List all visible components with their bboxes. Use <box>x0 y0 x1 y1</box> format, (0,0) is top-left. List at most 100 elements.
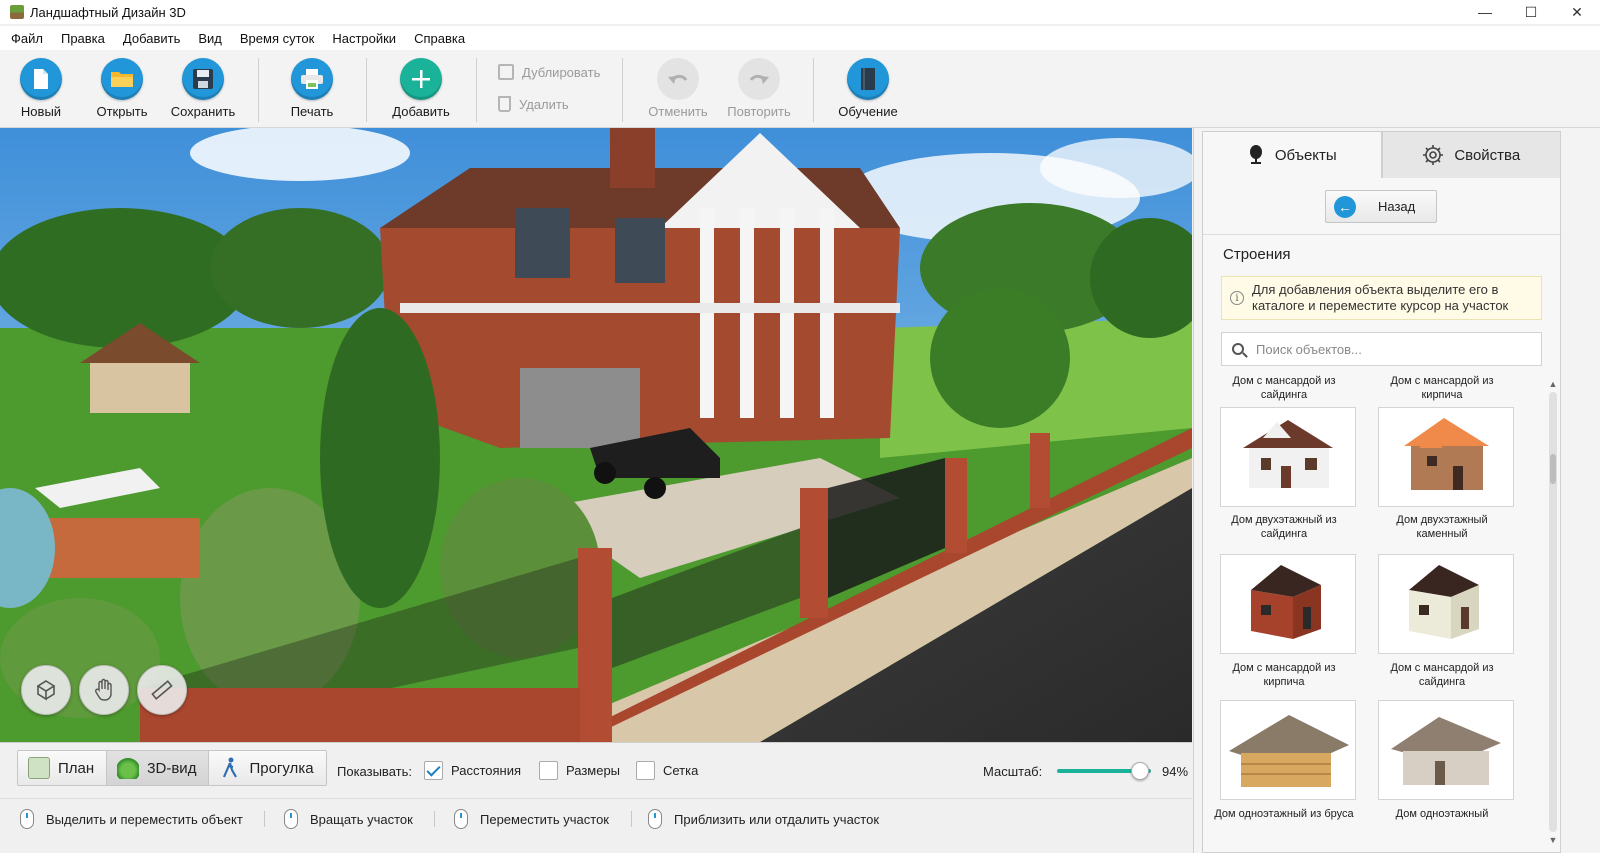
print-button[interactable]: Печать <box>272 58 352 119</box>
new-file-icon <box>20 58 62 100</box>
search-icon <box>1232 343 1244 355</box>
status-separator <box>631 811 632 827</box>
menu-time-of-day[interactable]: Время суток <box>231 31 323 46</box>
plan-view-button[interactable]: План <box>18 751 108 785</box>
folder-icon <box>101 58 143 100</box>
new-button[interactable]: Новый <box>1 58 81 119</box>
scroll-down-icon[interactable]: ▼ <box>1547 834 1559 846</box>
toolbar-separator <box>366 58 367 122</box>
minimize-button[interactable]: — <box>1462 0 1508 24</box>
menu-add[interactable]: Добавить <box>114 31 189 46</box>
catalog-caption: Дом с мансардой из кирпича <box>1232 662 1336 688</box>
catalog-item-thumb[interactable] <box>1220 407 1356 507</box>
checkbox-unchecked-icon <box>539 761 558 780</box>
print-label: Печать <box>290 104 334 119</box>
mouse-right-click-icon <box>284 809 298 829</box>
catalog-item-thumb[interactable] <box>1378 407 1514 507</box>
status-separator <box>264 811 265 827</box>
catalog-caption: Дом двухэтажный из сайдинга <box>1231 514 1337 540</box>
view-mode-group: План 3D-вид Прогулка <box>17 750 327 786</box>
search-box <box>1221 332 1542 366</box>
pan-hand-tool-button[interactable] <box>79 665 129 715</box>
printer-icon <box>291 58 333 100</box>
status-zoom-label: Приблизить или отдалить участок <box>674 811 880 827</box>
duplicate-button[interactable]: Дублировать <box>498 64 600 80</box>
checkbox-checked-icon <box>424 761 443 780</box>
menu-bar: Файл Правка Добавить Вид Время суток Нас… <box>0 26 1600 50</box>
floppy-disk-icon <box>182 58 224 100</box>
redo-icon <box>738 58 780 100</box>
redo-button[interactable]: Повторить <box>719 58 799 119</box>
catalog-caption: Дом одноэтажный <box>1395 808 1489 820</box>
walk-view-button[interactable]: Прогулка <box>209 751 326 785</box>
scroll-track[interactable] <box>1549 392 1557 832</box>
search-input[interactable] <box>1256 341 1536 357</box>
scale-label: Масштаб: <box>983 764 1043 779</box>
menu-settings[interactable]: Настройки <box>323 31 405 46</box>
checkbox-unchecked-icon <box>636 761 655 780</box>
catalog-item-thumb[interactable] <box>1378 700 1514 800</box>
app-logo-icon <box>10 5 24 19</box>
delete-button[interactable]: Удалить <box>498 96 569 112</box>
tree-icon <box>1249 145 1262 164</box>
scroll-up-icon[interactable]: ▲ <box>1547 378 1559 390</box>
open-button[interactable]: Открыть <box>82 58 162 119</box>
status-select-move-label: Выделить и переместить объект <box>46 811 243 827</box>
status-bar: Выделить и переместить объект Вращать уч… <box>0 798 1192 838</box>
save-button[interactable]: Сохранить <box>163 58 243 119</box>
catalog-scrollbar[interactable]: ▲ ▼ <box>1547 378 1559 848</box>
grid-checkbox[interactable]: Сетка <box>636 761 698 780</box>
section-title: Строения <box>1223 246 1291 263</box>
toolbar-separator <box>258 58 259 122</box>
info-icon: i <box>1230 291 1244 305</box>
catalog-caption: Дом с мансардой из сайдинга <box>1390 662 1494 688</box>
house-timber-one-story-icon <box>1229 715 1349 787</box>
plan-label: План <box>58 759 95 777</box>
hint-line-1: Для добавления объекта выделите его в <box>1252 282 1499 297</box>
book-icon <box>847 58 889 100</box>
delete-label: Удалить <box>519 96 569 112</box>
zoom-slider-handle[interactable] <box>1131 762 1149 780</box>
tutorial-button[interactable]: Обучение <box>828 58 908 119</box>
menu-file[interactable]: Файл <box>2 31 52 46</box>
distances-label: Расстояния <box>451 763 522 778</box>
catalog-item-thumb[interactable] <box>1220 554 1356 654</box>
catalog-item-thumb[interactable] <box>1220 700 1356 800</box>
tab-objects[interactable]: Объекты <box>1202 131 1382 179</box>
catalog-item-thumb[interactable] <box>1378 554 1514 654</box>
3d-view-button[interactable]: 3D-вид <box>107 751 210 785</box>
add-button[interactable]: Добавить <box>381 58 461 119</box>
status-zoom: Приблизить или отдалить участок <box>648 809 879 829</box>
hand-icon <box>95 678 112 701</box>
3d-viewport[interactable] <box>0 128 1192 742</box>
sizes-label: Размеры <box>566 763 621 778</box>
panel-divider <box>1203 234 1562 235</box>
tutorial-label: Обучение <box>838 104 898 119</box>
toolbar-separator <box>622 58 623 122</box>
undo-button[interactable]: Отменить <box>638 58 718 119</box>
catalog-grid: Дом с мансардой из сайдинга Дом с мансард… <box>1211 374 1541 852</box>
scroll-thumb[interactable] <box>1550 454 1556 484</box>
tab-properties-label: Свойства <box>1454 146 1521 164</box>
grid-label: Сетка <box>663 763 699 778</box>
menu-view[interactable]: Вид <box>189 31 231 46</box>
right-panel: Объекты Свойства ← Назад Строения i Для … <box>1193 128 1600 853</box>
catalog-caption: Дом с мансардой из сайдинга <box>1232 375 1336 401</box>
catalog-caption: Дом с мансардой из кирпича <box>1390 375 1494 401</box>
distances-checkbox[interactable]: Расстояния <box>424 761 521 780</box>
close-button[interactable]: ✕ <box>1554 0 1600 24</box>
tab-properties[interactable]: Свойства <box>1381 131 1561 179</box>
back-button[interactable]: ← Назад <box>1325 190 1437 223</box>
house-brick-mansard-icon <box>1251 565 1321 639</box>
duplicate-label: Дублировать <box>522 64 601 80</box>
tab-objects-label: Объекты <box>1274 146 1337 164</box>
menu-help[interactable]: Справка <box>405 31 474 46</box>
maximize-button[interactable]: ☐ <box>1508 0 1554 24</box>
measure-ruler-tool-button[interactable] <box>137 665 187 715</box>
menu-edit[interactable]: Правка <box>52 31 114 46</box>
open-label: Открыть <box>96 104 148 119</box>
ruler-icon <box>151 680 173 700</box>
house-stone-two-story-icon <box>1404 418 1489 490</box>
rotate-3d-tool-button[interactable] <box>21 665 71 715</box>
sizes-checkbox[interactable]: Размеры <box>539 761 620 780</box>
